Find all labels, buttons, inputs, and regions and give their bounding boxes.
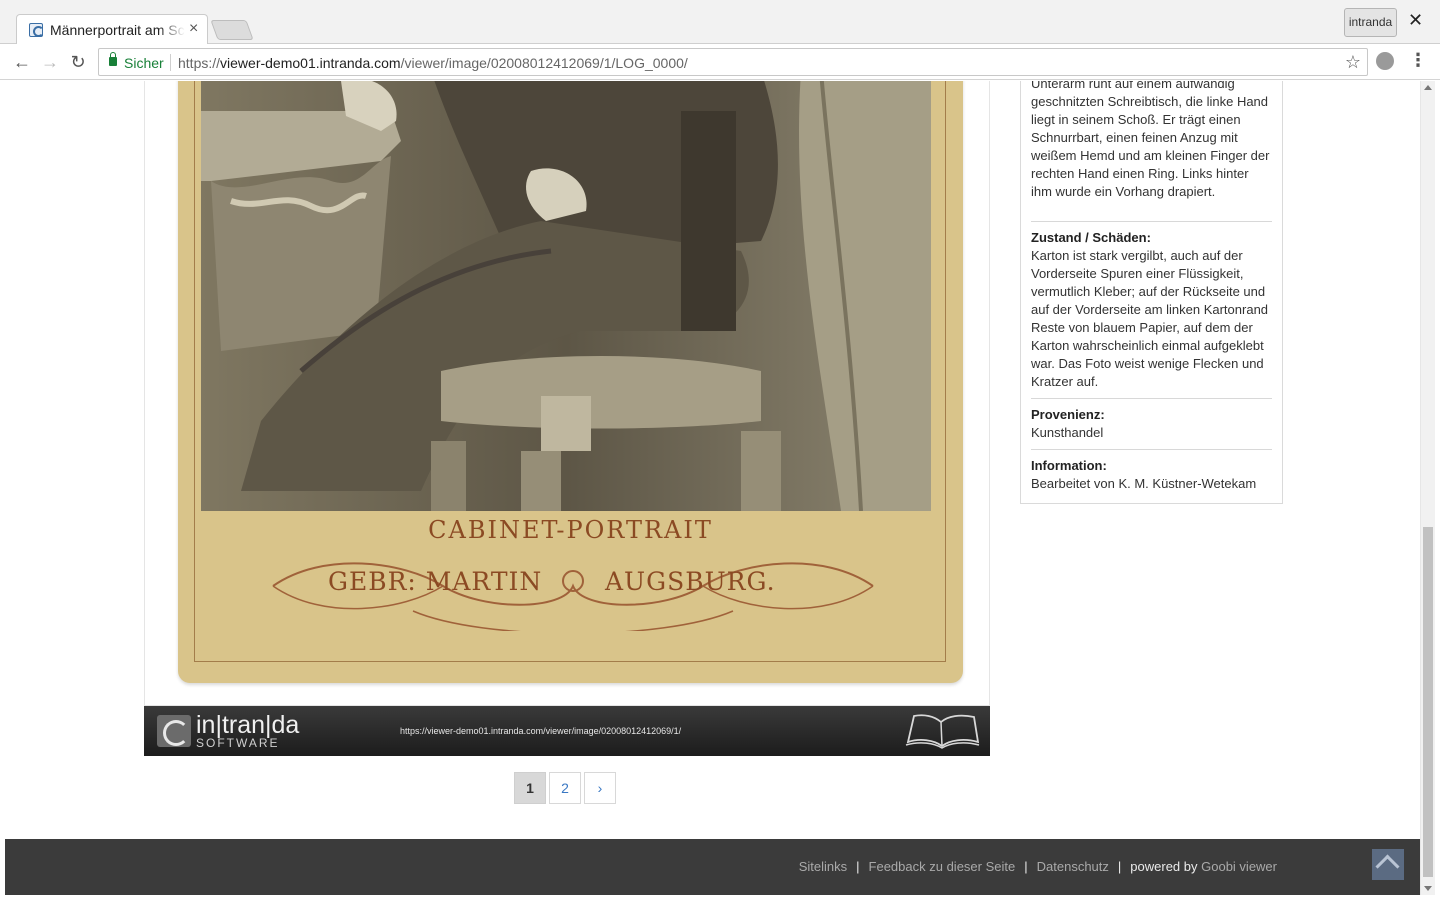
condition-label: Zustand / Schäden: [1031,230,1151,245]
feedback-link[interactable]: Feedback zu dieser Seite [869,859,1016,874]
url-host: viewer-demo01.intranda.com [220,55,401,71]
viewer-image-footer: in|tran|da SOFTWARE https://viewer-demo0… [144,706,990,756]
metadata-divider [1031,449,1272,450]
card-studio-name: GEBR: MARTIN [328,567,543,596]
image-url-text: https://viewer-demo01.intranda.com/viewe… [400,726,682,736]
condition-text: Karton ist stark vergilbt, auch auf der … [1031,248,1269,389]
scrollbar-thumb[interactable] [1423,527,1433,877]
address-bar[interactable]: Sicher https://viewer-demo01.intranda.co… [98,48,1368,76]
url-scheme: https:// [178,55,221,71]
description-text: Unterarm ruht auf einem aufwändig geschn… [1031,81,1270,199]
intranda-logo-subtitle: SOFTWARE [196,736,280,750]
page-2-button[interactable]: 2 [549,772,581,804]
bookmark-star-icon[interactable]: ☆ [1345,52,1361,73]
information-section: Information: Bearbeitet von K. M. Küstne… [1031,457,1272,493]
provenance-section: Provenienz: Kunsthandel [1031,406,1272,442]
card-title: CABINET-PORTRAIT [428,516,713,544]
tab-title: Männerportrait am Schreibtisch [50,22,185,38]
pagination: 1 2 › [514,772,619,804]
provenance-text: Kunsthandel [1031,425,1104,440]
scroll-down-icon[interactable] [1424,886,1432,891]
card-city: AUGSBURG. [605,567,776,596]
tab-close-icon[interactable]: × [189,21,198,37]
footer-separator: | [1117,859,1122,874]
intranda-logo-icon [157,715,191,747]
cabinet-card: CABINET-PORTRAIT GEBR: MARTIN AUGSBURG. [178,81,963,683]
provenance-label: Provenienz: [1031,407,1105,422]
page-viewport: CABINET-PORTRAIT GEBR: MARTIN AUGSBURG. … [5,81,1420,895]
browser-tabstrip: Männerportrait am Schreibtisch × intrand… [0,0,1440,45]
powered-by-text: powered by [1130,859,1198,874]
footer-separator: | [856,859,860,874]
intranda-logo-text: in|tran|da [196,711,300,739]
reload-icon[interactable]: ↻ [66,50,90,74]
site-favicon-icon [29,23,44,37]
back-arrow-icon[interactable]: ← [10,50,34,74]
condition-section: Zustand / Schäden: Karton ist stark verg… [1031,229,1272,391]
metadata-panel: Unterarm ruht auf einem aufwändig geschn… [1020,81,1283,504]
browser-toolbar: ← → ↻ Sicher https://viewer-demo01.intra… [0,44,1440,80]
browser-menu-icon[interactable]: ⋮ [1409,50,1427,71]
lock-icon [109,52,117,66]
secure-label: Sicher [124,55,164,71]
image-viewer[interactable]: CABINET-PORTRAIT GEBR: MARTIN AUGSBURG. [144,81,990,706]
page-scrollbar[interactable] [1420,81,1435,895]
information-label: Information: [1031,458,1107,473]
url-divider [170,54,171,71]
portrait-photo [201,81,931,511]
browser-tab[interactable]: Männerportrait am Schreibtisch × [16,14,208,45]
sitelinks-link[interactable]: Sitelinks [799,859,847,874]
url-path: /viewer/image/02008012412069/1/LOG_0000/ [400,55,688,71]
new-tab-button[interactable] [210,20,254,40]
metadata-divider [1031,221,1272,222]
page-1-button[interactable]: 1 [514,772,546,804]
window-close-icon[interactable]: ✕ [1408,10,1423,31]
footer-separator: | [1024,859,1028,874]
goobi-viewer-link[interactable]: Goobi viewer [1201,859,1277,874]
next-page-button[interactable]: › [584,772,616,804]
privacy-link[interactable]: Datenschutz [1037,859,1109,874]
forward-arrow-icon[interactable]: → [38,50,62,74]
metadata-divider [1031,398,1272,399]
open-book-icon [905,714,980,749]
url-text[interactable]: https://viewer-demo01.intranda.com/viewe… [178,55,688,71]
portrait-photo-image [201,81,931,511]
information-text: Bearbeitet von K. M. Küstner-Wetekam [1031,476,1257,491]
extension-icon[interactable] [1376,52,1394,70]
profile-button[interactable]: intranda [1344,8,1397,37]
page-footer: Sitelinks | Feedback zu dieser Seite | Daten… [5,839,1420,895]
scroll-to-top-button[interactable] [1372,849,1404,880]
scroll-up-icon[interactable] [1424,85,1432,90]
footer-links: Sitelinks | Feedback zu dieser Seite | Daten… [799,859,1277,874]
